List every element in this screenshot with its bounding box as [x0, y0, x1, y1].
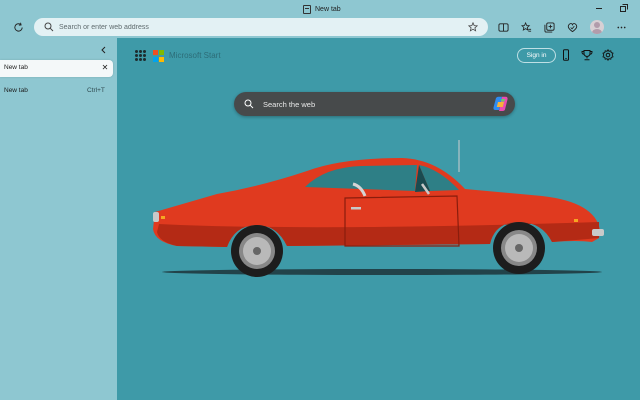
tab-label: New tab: [4, 64, 28, 71]
refresh-button[interactable]: [11, 20, 26, 35]
car-wallpaper-image: [153, 140, 604, 277]
sign-in-button[interactable]: Sign in: [517, 48, 556, 63]
browser-essentials-button[interactable]: [565, 20, 580, 35]
address-bar[interactable]: [34, 18, 488, 36]
microsoft-logo: [153, 50, 165, 62]
web-search-input[interactable]: [263, 97, 483, 111]
phone-icon: [563, 49, 569, 61]
refresh-icon: [14, 22, 23, 32]
address-input[interactable]: [59, 20, 459, 34]
browser-essentials-icon: [567, 23, 578, 33]
microsoft-start-brand[interactable]: Microsoft Start: [169, 51, 221, 60]
copilot-icon[interactable]: [492, 96, 509, 112]
phone-app-button[interactable]: [559, 48, 573, 62]
new-tab-page: Microsoft Start Sign in: [117, 38, 640, 400]
split-screen-icon: [498, 23, 509, 32]
split-screen-button[interactable]: [496, 20, 511, 35]
vertical-tabs-pane: New tab ✕ New tab Ctrl+T: [0, 38, 117, 400]
page-settings-button[interactable]: [601, 48, 615, 62]
favorite-star-icon[interactable]: [468, 22, 478, 32]
web-search-box[interactable]: [234, 92, 515, 116]
favorites-icon: [521, 22, 532, 32]
title-bar: New tab: [0, 0, 640, 17]
more-button[interactable]: [614, 20, 629, 35]
rewards-button[interactable]: [580, 48, 594, 62]
profile-avatar[interactable]: [590, 20, 604, 34]
search-icon: [44, 22, 54, 32]
window-title-text: New tab: [315, 5, 341, 13]
new-tab-shortcut: Ctrl+T: [87, 87, 105, 94]
restore-button[interactable]: [618, 2, 630, 14]
search-icon: [244, 99, 254, 109]
collections-icon: [544, 22, 555, 33]
tab-new-tab[interactable]: New tab ✕: [0, 60, 113, 77]
rewards-trophy-icon: [581, 50, 593, 61]
more-icon: [617, 26, 626, 29]
app-launcher-icon[interactable]: [135, 50, 146, 61]
collections-button[interactable]: [542, 20, 557, 35]
favorites-button[interactable]: [519, 20, 534, 35]
restore-icon: [620, 4, 628, 12]
gear-icon: [602, 49, 614, 61]
close-tab-button[interactable]: ✕: [100, 63, 110, 73]
minimize-button[interactable]: [593, 2, 605, 14]
window-title: New tab: [303, 3, 341, 15]
browser-toolbar: [0, 17, 640, 38]
new-tab-button[interactable]: New tab Ctrl+T: [0, 86, 113, 98]
collapse-pane-icon[interactable]: [99, 45, 109, 55]
new-tab-label: New tab: [4, 87, 28, 94]
tab-page-icon: [303, 4, 311, 14]
